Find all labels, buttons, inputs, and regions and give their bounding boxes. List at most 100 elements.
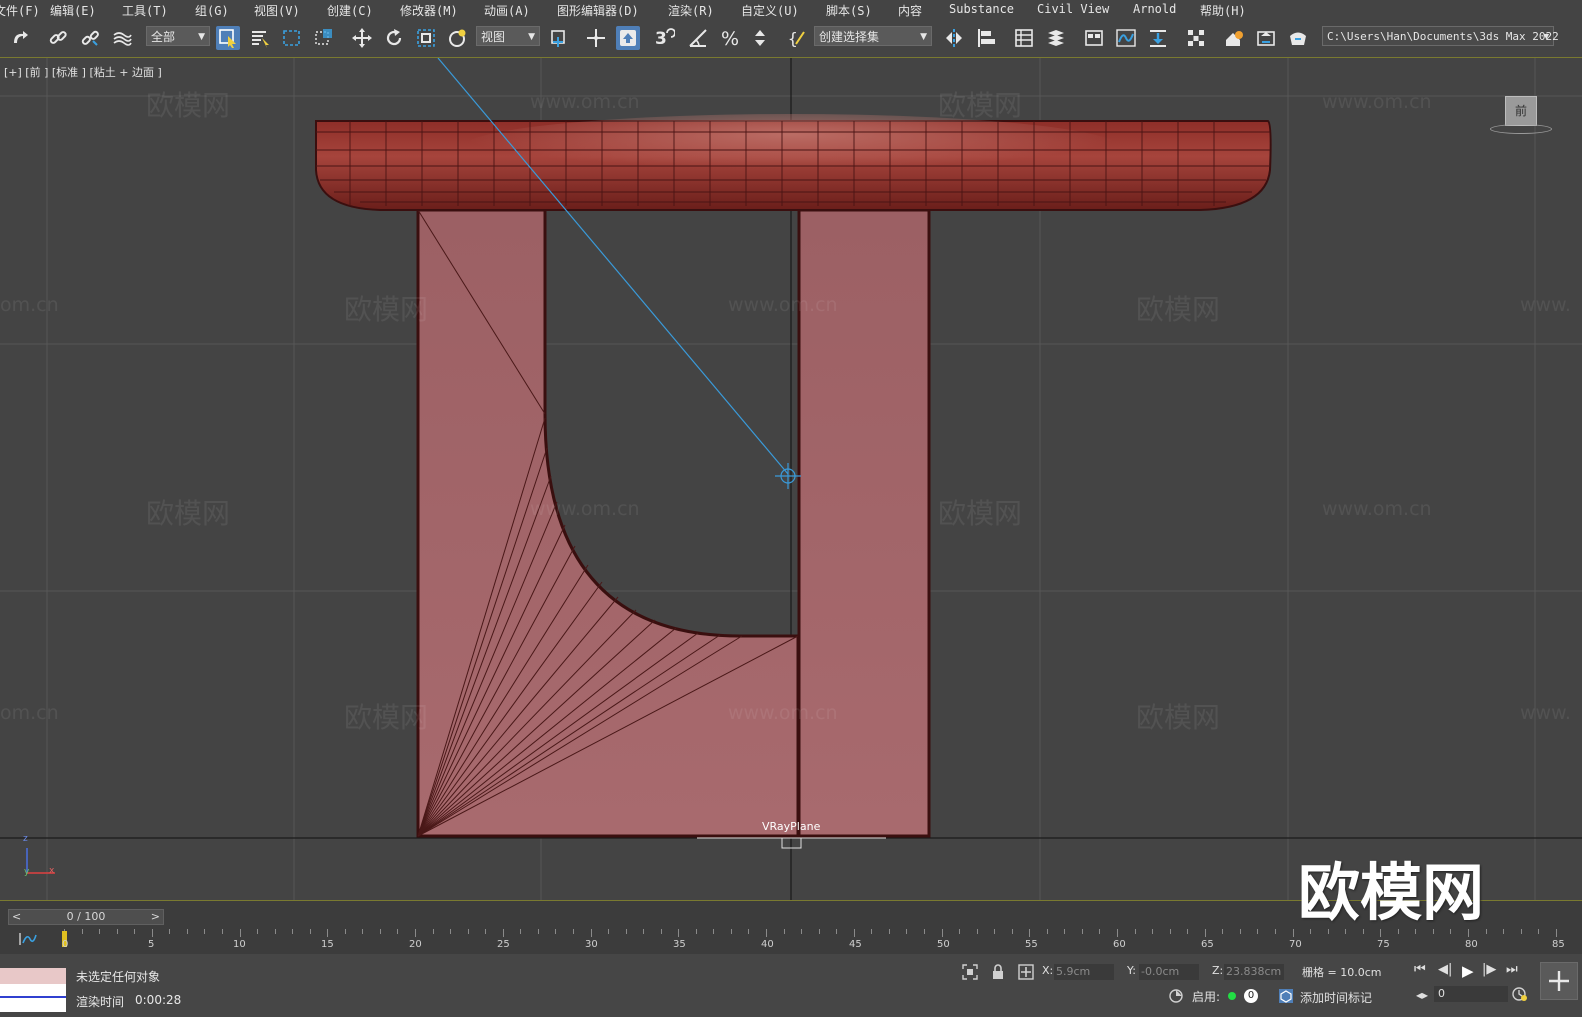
z-coord-field[interactable]: 23.838cm: [1224, 964, 1284, 980]
viewcube[interactable]: 前: [1490, 94, 1552, 134]
rotate-icon[interactable]: [382, 26, 406, 50]
select-manipulate-icon[interactable]: [584, 26, 608, 50]
menu-content[interactable]: 内容: [898, 2, 922, 19]
menu-edit[interactable]: 编辑(E): [50, 2, 96, 19]
percent-snap-icon[interactable]: %: [718, 26, 742, 50]
render-production-icon[interactable]: [1286, 26, 1310, 50]
frame-label: 80: [1465, 939, 1478, 950]
menu-modifiers[interactable]: 修改器(M): [400, 2, 458, 19]
adaptive-degradation-icon[interactable]: [1168, 988, 1184, 1004]
mirror-icon[interactable]: [942, 26, 966, 50]
isolate-selection-icon[interactable]: [962, 964, 978, 980]
watermark-url: www.om.cn: [728, 294, 838, 316]
unlink-icon[interactable]: [78, 26, 102, 50]
snaps-toggle-icon[interactable]: 3: [652, 26, 676, 50]
rect-selection-region-icon[interactable]: [280, 26, 304, 50]
slider-prev-icon[interactable]: <: [12, 910, 21, 924]
frame-tick: [590, 929, 592, 937]
frame-tick: [81, 929, 83, 934]
menu-scripting[interactable]: 脚本(S): [826, 2, 872, 19]
time-slider[interactable]: < 0 / 100 >: [8, 909, 164, 925]
go-to-start-icon[interactable]: ⏮: [1414, 962, 1426, 977]
frame-tick: [1117, 929, 1118, 937]
material-editor-icon[interactable]: [1184, 26, 1208, 50]
toggle-ribbon-icon[interactable]: [1082, 26, 1106, 50]
frame-tick: [871, 929, 873, 934]
named-selection-sets-dropdown[interactable]: 创建选择集 ▼: [814, 26, 932, 46]
menu-views[interactable]: 视图(V): [254, 2, 300, 19]
frame-tick: [221, 929, 223, 934]
front-viewport[interactable]: z y x VRayPlane 前 欧模网 www.om.cn 欧模网 www.…: [0, 58, 1582, 900]
project-folder-field[interactable]: C:\Users\Han\Documents\3ds Max 2022 ▼: [1322, 26, 1559, 46]
pivot-center-icon[interactable]: [548, 26, 572, 50]
next-frame-icon[interactable]: |▶: [1482, 962, 1496, 977]
frame-tick: [906, 929, 908, 934]
viewcube-compass-ring[interactable]: [1490, 124, 1552, 134]
go-to-end-icon[interactable]: ⏭: [1506, 962, 1518, 977]
menu-group[interactable]: 组(G): [195, 2, 229, 19]
mini-curve-editor-icon[interactable]: [18, 931, 38, 947]
key-mode-icon[interactable]: ◂▸: [1416, 988, 1428, 1002]
add-time-tag[interactable]: 添加时间标记: [1300, 989, 1372, 1006]
select-by-name-icon[interactable]: [248, 26, 272, 50]
frame-tick: [713, 929, 715, 934]
menu-graph-editors[interactable]: 图形编辑器(D): [557, 2, 639, 19]
align-icon[interactable]: [974, 26, 998, 50]
keyboard-shortcut-override-icon[interactable]: [616, 26, 640, 50]
menu-customize[interactable]: 自定义(U): [741, 2, 799, 19]
time-tag-icon[interactable]: [1278, 988, 1294, 1004]
spinner-snap-icon[interactable]: [750, 26, 774, 50]
menu-arnold[interactable]: Arnold: [1133, 2, 1176, 16]
maxscript-listener-mini[interactable]: [0, 968, 66, 1012]
absolute-mode-icon[interactable]: [1018, 964, 1034, 980]
viewport-label-menu[interactable]: [+] [前 ] [标准 ] [粘土 + 边面 ]: [4, 64, 162, 80]
menu-rendering[interactable]: 渲染(R): [668, 2, 714, 19]
bind-space-warp-icon[interactable]: [110, 26, 134, 50]
svg-text:{: {: [788, 29, 798, 48]
play-icon[interactable]: ▶: [1462, 962, 1474, 980]
frame-tick: [608, 929, 610, 934]
select-and-place-icon[interactable]: [446, 26, 470, 50]
menu-civil-view[interactable]: Civil View: [1037, 2, 1109, 16]
frame-tick: [1029, 929, 1031, 937]
move-icon[interactable]: [350, 26, 374, 50]
slider-next-icon[interactable]: >: [151, 910, 160, 924]
time-configuration-icon[interactable]: [1512, 986, 1528, 1002]
frame-tick: [748, 929, 750, 934]
x-coord-field[interactable]: 5.9cm: [1054, 964, 1114, 980]
link-icon[interactable]: [46, 26, 70, 50]
selection-filter-dropdown[interactable]: 全部 ▼: [146, 26, 210, 46]
scale-icon[interactable]: [414, 26, 438, 50]
render-setup-icon[interactable]: [1222, 26, 1246, 50]
angle-snap-icon[interactable]: [686, 26, 710, 50]
curve-editor-icon[interactable]: [1114, 26, 1138, 50]
frame-tick: [415, 929, 416, 937]
redo-icon[interactable]: [8, 26, 32, 50]
window-crossing-icon[interactable]: [312, 26, 336, 50]
menu-animation[interactable]: 动画(A): [484, 2, 530, 19]
maximize-viewport-button[interactable]: [1540, 962, 1578, 1000]
enable-count-badge: 0: [1244, 989, 1258, 1003]
viewcube-front-face[interactable]: 前: [1505, 96, 1537, 126]
current-frame-field[interactable]: 0: [1434, 986, 1508, 1002]
frame-tick: [941, 929, 943, 937]
layer-explorer-icon[interactable]: [1044, 26, 1068, 50]
menu-file[interactable]: 文件(F): [0, 2, 40, 19]
selection-lock-icon[interactable]: [990, 964, 1006, 980]
scene-explorer-icon[interactable]: [1012, 26, 1036, 50]
frame-label: 15: [321, 939, 334, 950]
edit-named-selection-icon[interactable]: {: [786, 26, 810, 50]
menu-help[interactable]: 帮助(H): [1200, 2, 1246, 19]
select-object-icon[interactable]: [216, 26, 240, 50]
z-coord-label: Z:: [1212, 964, 1224, 977]
menu-tools[interactable]: 工具(T): [122, 2, 168, 19]
rendered-frame-window-icon[interactable]: [1254, 26, 1278, 50]
frame-tick: [1152, 929, 1154, 934]
menu-create[interactable]: 创建(C): [327, 2, 373, 19]
menu-substance[interactable]: Substance: [949, 2, 1014, 16]
schematic-view-icon[interactable]: [1146, 26, 1170, 50]
frame-tick: [362, 929, 364, 934]
y-coord-field[interactable]: -0.0cm: [1139, 964, 1199, 980]
previous-frame-icon[interactable]: ◀|: [1438, 962, 1452, 977]
reference-coord-dropdown[interactable]: 视图 ▼: [476, 26, 540, 46]
